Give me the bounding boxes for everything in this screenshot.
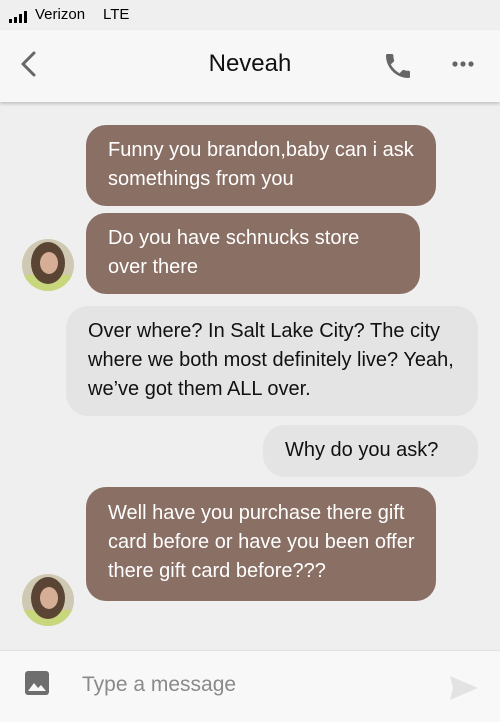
attach-image-button[interactable]	[24, 670, 50, 696]
message-thread: Funny you brandon,baby can i ask somethi…	[0, 102, 500, 650]
chevron-left-icon	[21, 51, 36, 77]
contact-avatar[interactable]	[22, 239, 74, 291]
carrier-label: Verizon	[35, 6, 86, 23]
message-bubble-incoming: Funny you brandon,baby can i ask somethi…	[86, 125, 436, 206]
image-icon	[25, 671, 49, 695]
message-text: Well have you purchase there gift card b…	[108, 502, 415, 582]
call-button[interactable]	[382, 50, 414, 82]
message-bubble-incoming: Well have you purchase there gift card b…	[86, 487, 436, 601]
network-label: LTE	[103, 6, 130, 23]
status-bar: Verizon LTE	[0, 0, 500, 30]
signal-icon	[9, 11, 27, 23]
message-text: Do you have schnucks store over there	[108, 227, 360, 278]
avatar-photo	[22, 239, 74, 291]
message-input[interactable]	[82, 673, 382, 697]
send-icon	[450, 676, 478, 700]
message-text: Over where? In Salt Lake City? The city …	[88, 320, 454, 400]
phone-icon	[386, 54, 410, 78]
back-button[interactable]	[14, 46, 46, 82]
message-text: Why do you ask?	[285, 439, 439, 461]
send-button[interactable]	[448, 674, 480, 702]
more-horizontal-icon	[452, 61, 474, 67]
message-bubble-outgoing: Why do you ask?	[263, 425, 478, 477]
conversation-header: Neveah	[0, 30, 500, 102]
message-bubble-incoming: Do you have schnucks store over there	[86, 213, 420, 294]
contact-avatar[interactable]	[22, 574, 74, 626]
message-composer	[0, 650, 500, 722]
message-text: Funny you brandon,baby can i ask somethi…	[108, 139, 414, 190]
message-bubble-outgoing: Over where? In Salt Lake City? The city …	[66, 306, 478, 416]
more-options-button[interactable]	[448, 54, 478, 74]
avatar-photo	[22, 574, 74, 626]
contact-name: Neveah	[208, 50, 292, 77]
